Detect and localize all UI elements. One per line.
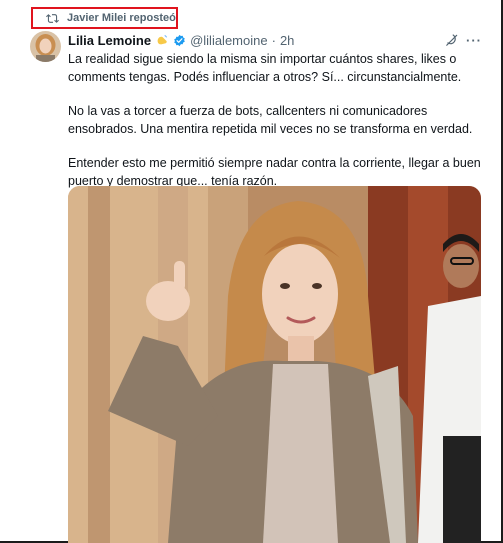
repost-text: Javier Milei reposteó — [67, 12, 176, 24]
repost-icon — [46, 13, 59, 23]
timestamp[interactable]: 2h — [280, 33, 294, 48]
tweet-header: Lilia Lemoine @lilialemoine · 2h — [68, 32, 463, 48]
separator-dot: · — [271, 32, 276, 48]
tweet-paragraph: La realidad sigue siendo la misma sin im… — [68, 52, 462, 84]
tweet-photo[interactable] — [68, 186, 481, 543]
tweet-paragraph: Entender esto me permitió siempre nadar … — [68, 156, 481, 188]
tweet-paragraph: No la vas a torcer a fuerza de bots, cal… — [68, 104, 473, 136]
grok-icon[interactable] — [445, 33, 459, 47]
author-handle[interactable]: @lilialemoine — [190, 33, 268, 48]
wave-emoji-icon — [157, 35, 167, 45]
tweet-text: La realidad sigue siendo la misma sin im… — [68, 51, 488, 207]
avatar[interactable] — [30, 31, 61, 62]
photo-image — [68, 186, 481, 543]
verified-badge-icon — [174, 34, 185, 46]
repost-indicator[interactable]: Javier Milei reposteó — [31, 7, 178, 29]
author-name[interactable]: Lilia Lemoine — [68, 33, 151, 48]
avatar-image — [30, 31, 61, 62]
more-options-button[interactable]: ··· — [466, 33, 486, 48]
